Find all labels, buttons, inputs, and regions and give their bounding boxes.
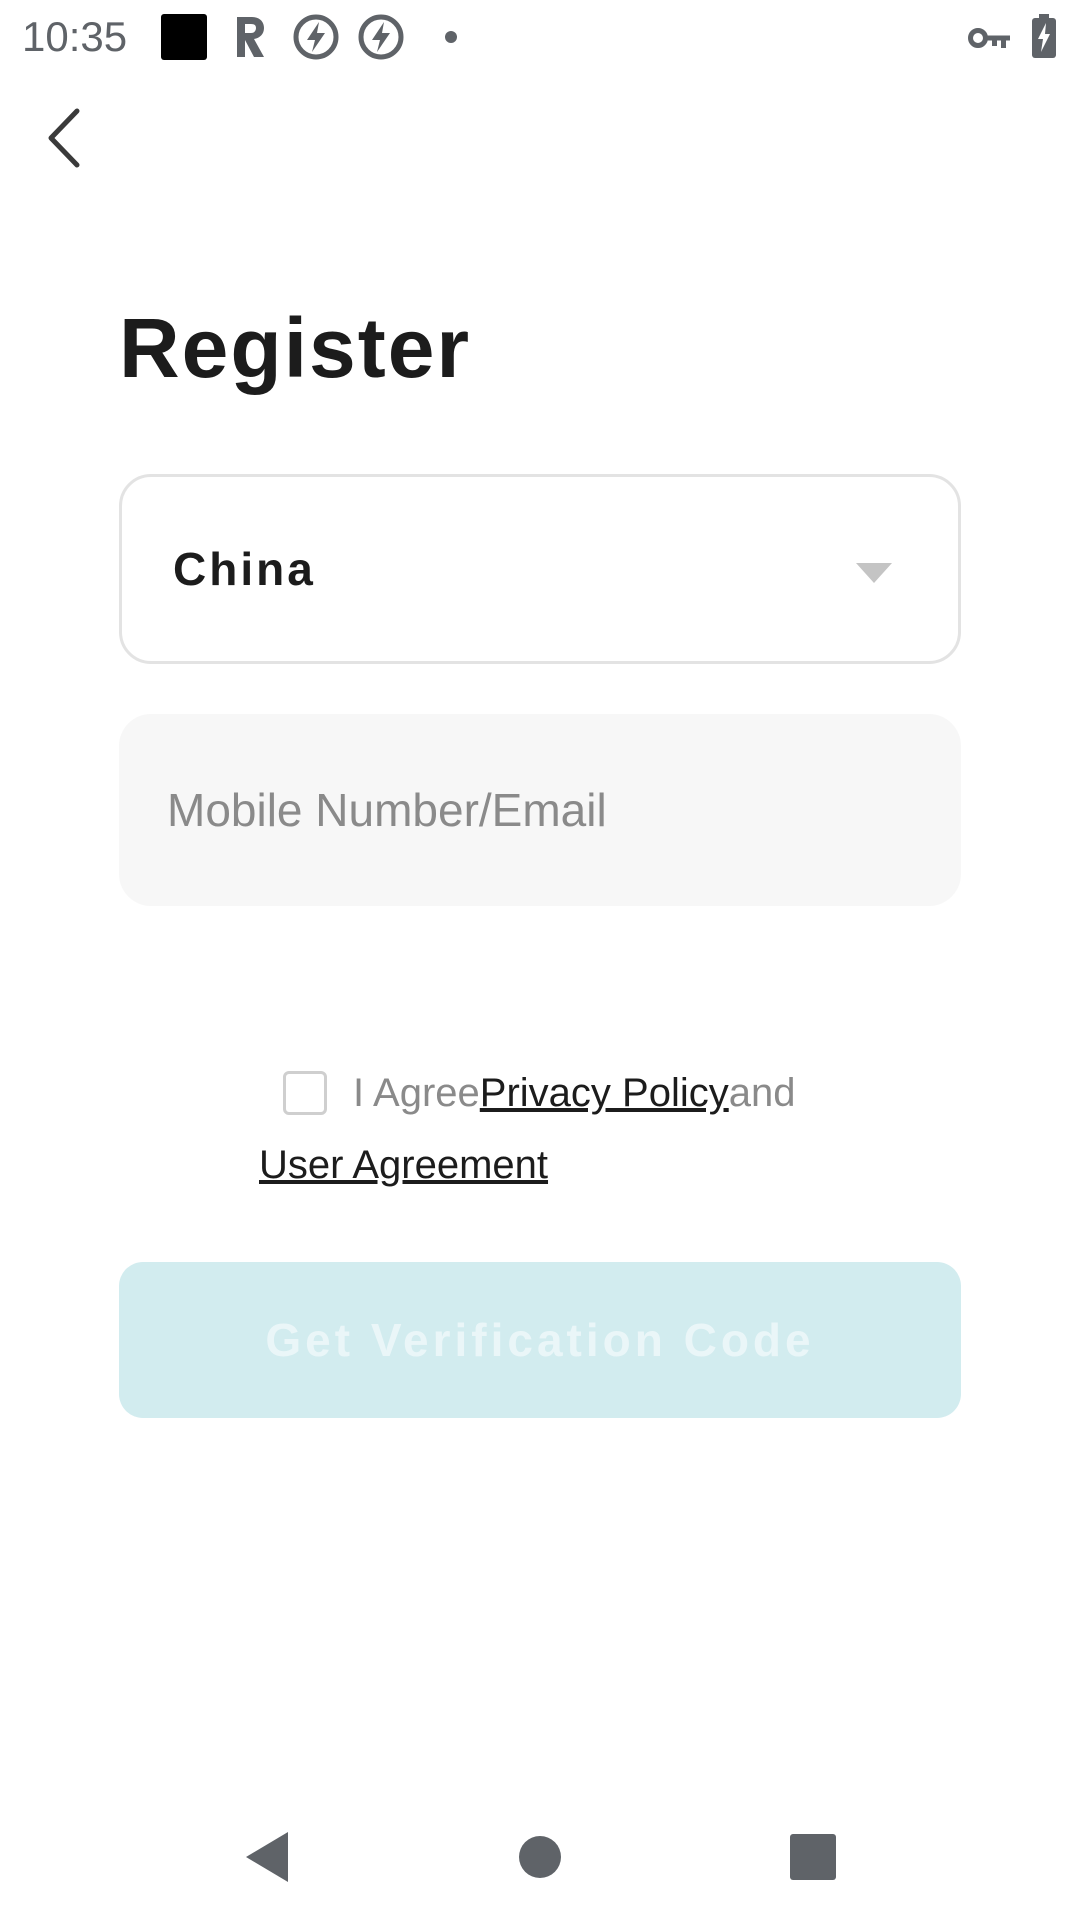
agreement-row: I Agree Privacy Policy and (283, 1068, 795, 1118)
country-label: China (173, 543, 316, 595)
agreement-row-2: User Agreement (259, 1140, 548, 1190)
flash-circle-icon (358, 14, 404, 60)
agree-prefix-text: I Agree (353, 1071, 480, 1115)
agree-checkbox[interactable] (283, 1071, 327, 1115)
home-circle-icon (519, 1836, 561, 1878)
privacy-policy-link[interactable]: Privacy Policy (480, 1068, 729, 1118)
black-square-icon (161, 14, 207, 60)
flash-circle-icon (293, 14, 339, 60)
page-title: Register (119, 301, 472, 395)
battery-charging-icon (1032, 14, 1056, 58)
status-time: 10:35 (22, 13, 128, 60)
nav-recents-button[interactable] (778, 1822, 848, 1892)
vpn-key-icon (968, 28, 1010, 48)
status-bar: 10:35 (0, 0, 1080, 74)
recents-square-icon (790, 1834, 836, 1880)
back-button[interactable] (30, 100, 100, 176)
navigation-bar (0, 1800, 1080, 1920)
triangle-down-icon (856, 563, 892, 583)
back-triangle-icon (246, 1832, 288, 1882)
user-agreement-link[interactable]: User Agreement (259, 1143, 548, 1187)
country-select[interactable]: China (119, 474, 961, 664)
r-icon (237, 17, 264, 57)
contact-input-container (119, 714, 961, 906)
agree-conjunction-text: and (728, 1071, 796, 1115)
contact-input[interactable] (167, 770, 907, 850)
get-verification-code-button[interactable]: Get Verification Code (119, 1262, 961, 1418)
nav-home-button[interactable] (505, 1822, 575, 1892)
chevron-left-icon (48, 108, 80, 168)
nav-back-button[interactable] (232, 1822, 302, 1892)
dot-icon (445, 31, 457, 43)
